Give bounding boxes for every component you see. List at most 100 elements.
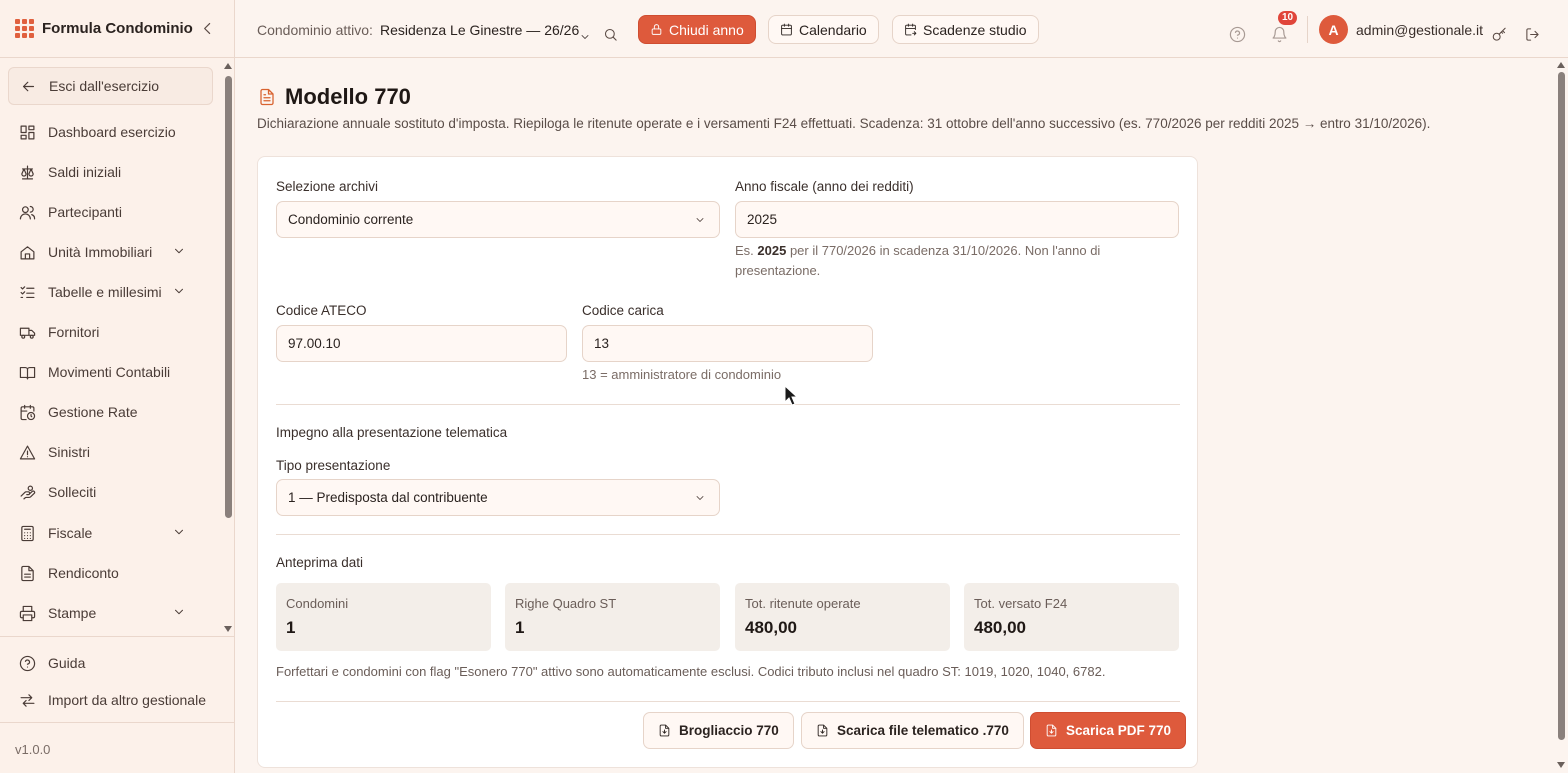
arrow-left-icon <box>20 78 38 95</box>
topbar: Condominio attivo: Residenza Le Ginestre… <box>235 0 1568 58</box>
sidebar-item-solleciti[interactable]: Solleciti <box>8 473 213 511</box>
arrows-swap-icon <box>19 692 37 709</box>
section-divider <box>276 701 1180 702</box>
calendar-button[interactable]: Calendario <box>768 15 879 44</box>
download-pdf-770-button[interactable]: Scarica PDF 770 <box>1030 712 1187 749</box>
sidebar-item-label: Esci dall'esercizio <box>49 78 160 94</box>
archive-selection-select[interactable]: Condominio corrente <box>276 201 720 238</box>
sidebar-item-partecipanti[interactable]: Partecipanti <box>8 193 213 231</box>
user-avatar[interactable]: A <box>1319 15 1348 44</box>
scale-icon <box>19 164 37 181</box>
app-name: Formula Condominio <box>42 20 193 37</box>
sidebar-nav: Esci dall'esercizio Dashboard esercizio … <box>0 58 222 636</box>
download-telematic-file-button[interactable]: Scarica file telematico .770 <box>801 712 1024 749</box>
presentation-type-select[interactable]: 1 — Predisposta dal contribuente <box>276 479 720 516</box>
active-condominio-select[interactable]: Residenza Le Ginestre — 26/26 <box>380 15 579 44</box>
user-email[interactable]: admin@gestionale.it <box>1356 15 1483 44</box>
stat-label: Tot. ritenute operate <box>745 596 861 611</box>
chevron-down-icon[interactable] <box>579 22 591 51</box>
section-divider <box>276 404 1180 405</box>
main-content: Modello 770 Dichiarazione annuale sostit… <box>235 58 1555 773</box>
stat-label: Tot. versato F24 <box>974 596 1068 611</box>
sidebar-item-guida[interactable]: Guida <box>8 644 213 682</box>
scroll-down-arrow-icon[interactable] <box>224 626 232 632</box>
sidebar-item-label: Saldi iniziali <box>48 164 122 180</box>
sidebar: Formula Condominio Esci dall'esercizio D… <box>0 0 235 773</box>
section-divider <box>276 534 1180 535</box>
sidebar-scrollbar[interactable] <box>222 58 235 636</box>
calendar-clock-icon <box>19 404 37 421</box>
sidebar-item-saldi-iniziali[interactable]: Saldi iniziali <box>8 153 213 191</box>
stat-value: 480,00 <box>974 618 1026 637</box>
archive-selection-value: Condominio corrente <box>288 212 414 227</box>
download-telematic-file-label: Scarica file telematico .770 <box>837 723 1009 738</box>
sidebar-item-gestione-rate[interactable]: Gestione Rate <box>8 393 213 431</box>
sidebar-item-import[interactable]: Import da altro gestionale <box>8 681 213 719</box>
fiscal-year-label: Anno fiscale (anno dei redditi) <box>735 179 914 194</box>
scroll-up-arrow-icon[interactable] <box>224 63 232 69</box>
scrollbar-thumb[interactable] <box>225 76 232 518</box>
studio-deadlines-button[interactable]: Scadenze studio <box>892 15 1039 44</box>
sidebar-item-unita-immobiliari[interactable]: Unità Immobiliari <box>8 233 213 271</box>
draft-770-button[interactable]: Brogliaccio 770 <box>643 712 794 749</box>
page-description: Dichiarazione annuale sostituto d'impost… <box>257 116 1431 131</box>
scroll-down-arrow-icon[interactable] <box>1557 762 1565 768</box>
lock-icon <box>650 23 663 36</box>
search-icon[interactable] <box>603 20 618 49</box>
sidebar-item-fiscale[interactable]: Fiscale <box>8 514 213 552</box>
sidebar-item-sinistri[interactable]: Sinistri <box>8 433 213 471</box>
page-title: Modello 770 <box>285 84 411 109</box>
users-icon <box>19 204 37 221</box>
collapse-sidebar-icon[interactable] <box>199 20 216 37</box>
form-card: Selezione archivi Condominio corrente An… <box>257 156 1198 768</box>
notifications-count-badge: 10 <box>1278 11 1298 25</box>
close-year-label: Chiudi anno <box>669 21 744 38</box>
sidebar-item-label: Rendiconto <box>48 565 119 581</box>
topbar-divider <box>1307 16 1308 43</box>
role-code-label: Codice carica <box>582 303 664 318</box>
role-code-hint: 13 = amministratore di condominio <box>582 367 782 382</box>
sidebar-item-label: Movimenti Contabili <box>48 364 171 380</box>
sidebar-item-dashboard[interactable]: Dashboard esercizio <box>8 113 213 151</box>
key-icon[interactable] <box>1492 20 1507 49</box>
fiscal-year-input[interactable]: 2025 <box>735 201 1179 238</box>
stat-value: 1 <box>515 618 525 637</box>
sidebar-item-label: Fiscale <box>48 525 93 541</box>
sidebar-item-label: Gestione Rate <box>48 404 138 420</box>
mouse-cursor-icon <box>784 385 798 406</box>
logout-icon[interactable] <box>1525 20 1540 49</box>
calendar-icon <box>780 23 793 36</box>
ateco-code-label: Codice ATECO <box>276 303 367 318</box>
stat-tot-versato-f24: Tot. versato F24 480,00 <box>964 583 1179 651</box>
sidebar-item-label: Dashboard esercizio <box>48 124 176 140</box>
calendar-arrow-icon <box>904 23 917 36</box>
ateco-code-input[interactable]: 97.00.10 <box>276 325 567 362</box>
sidebar-item-label: Solleciti <box>48 484 97 500</box>
scroll-up-arrow-icon[interactable] <box>1557 62 1565 68</box>
sidebar-item-label: Unità Immobiliari <box>48 244 153 260</box>
exit-exercise-button[interactable]: Esci dall'esercizio <box>8 67 213 105</box>
ateco-code-value: 97.00.10 <box>288 336 341 351</box>
sidebar-item-label: Sinistri <box>48 444 91 460</box>
sidebar-item-rendiconto[interactable]: Rendiconto <box>8 554 213 592</box>
sidebar-item-movimenti-contabili[interactable]: Movimenti Contabili <box>8 353 213 391</box>
printer-icon <box>19 605 37 622</box>
scrollbar-thumb[interactable] <box>1558 72 1565 740</box>
role-code-input[interactable]: 13 <box>582 325 873 362</box>
dashboard-icon <box>19 124 37 141</box>
help-icon[interactable] <box>1229 20 1246 49</box>
chevron-down-icon <box>172 244 190 258</box>
sidebar-item-tabelle-millesimi[interactable]: Tabelle e millesimi <box>8 273 213 311</box>
home-icon <box>19 244 37 261</box>
app-version: v1.0.0 <box>0 722 234 773</box>
draft-770-label: Brogliaccio 770 <box>679 723 779 738</box>
stat-value: 1 <box>286 618 296 637</box>
sidebar-item-fornitori[interactable]: Fornitori <box>8 313 213 351</box>
main-scrollbar[interactable] <box>1555 58 1568 773</box>
chevron-down-icon <box>172 605 190 619</box>
sidebar-item-stampe[interactable]: Stampe <box>8 594 213 632</box>
sidebar-item-label: Partecipanti <box>48 204 122 220</box>
close-year-button[interactable]: Chiudi anno <box>638 15 756 44</box>
data-preview-title: Anteprima dati <box>276 555 364 570</box>
calendar-label: Calendario <box>799 21 867 38</box>
